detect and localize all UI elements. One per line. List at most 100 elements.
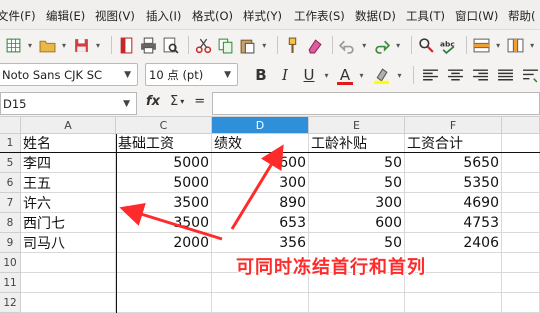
table-cell[interactable]: 356 (212, 233, 309, 253)
menu-data[interactable]: 数据(D) (355, 8, 396, 24)
sum-dropdown-icon[interactable]: ▾ (180, 97, 184, 106)
font-name-combo[interactable]: Noto Sans CJK SC ▼ (0, 63, 138, 86)
table-cell[interactable]: 50 (309, 233, 405, 253)
menu-sheet[interactable]: 工作表(S) (294, 8, 345, 24)
table-cell[interactable] (212, 293, 309, 313)
row-header[interactable]: 5 (0, 153, 21, 173)
row-header[interactable]: 7 (0, 193, 21, 213)
align-left-icon[interactable] (419, 64, 441, 86)
bold-button[interactable]: B (250, 64, 272, 86)
align-center-icon[interactable] (444, 64, 466, 86)
table-cell[interactable]: 890 (212, 193, 309, 213)
table-cell[interactable]: 西门七 (21, 213, 116, 233)
print-icon[interactable] (139, 34, 158, 56)
table-cell[interactable]: 李四 (21, 153, 116, 173)
table-cell[interactable]: 3500 (116, 193, 212, 213)
header-cell[interactable] (502, 134, 540, 153)
font-size-combo[interactable]: 10 点 (pt) ▼ (145, 63, 238, 86)
header-cell[interactable]: 姓名 (21, 134, 116, 153)
row-header[interactable]: 9 (0, 233, 21, 253)
row-header[interactable]: 10 (0, 253, 21, 273)
menu-tools[interactable]: 工具(T) (406, 8, 445, 24)
italic-button[interactable]: I (274, 64, 296, 86)
menu-edit[interactable]: 编辑(E) (46, 8, 85, 24)
header-cell[interactable]: 基础工资 (116, 134, 212, 153)
save-icon[interactable] (72, 34, 91, 56)
table-cell[interactable]: 2406 (405, 233, 502, 253)
table-cell[interactable] (502, 193, 540, 213)
font-color-dropdown-icon[interactable]: ▾ (357, 64, 366, 86)
table-cell[interactable] (116, 293, 212, 313)
row-header[interactable]: 11 (0, 273, 21, 293)
menu-styles[interactable]: 样式(Y) (243, 8, 282, 24)
wrap-text-icon[interactable] (519, 64, 540, 86)
table-cell[interactable]: 600 (309, 213, 405, 233)
table-cell[interactable]: 600 (212, 153, 309, 173)
undo-dropdown-icon[interactable]: ▾ (360, 34, 368, 56)
table-cell[interactable]: 许六 (21, 193, 116, 213)
function-wizard-icon[interactable]: fx (146, 94, 160, 109)
table-cell[interactable]: 50 (309, 173, 405, 193)
formula-input[interactable] (212, 92, 540, 115)
column-header-a[interactable]: A (21, 117, 116, 134)
menu-format[interactable]: 格式(O) (192, 8, 233, 24)
export-pdf-icon[interactable] (117, 34, 136, 56)
menu-view[interactable]: 视图(V) (95, 8, 135, 24)
table-cell[interactable] (502, 173, 540, 193)
table-cell[interactable]: 50 (309, 153, 405, 173)
column-header-d[interactable]: D (212, 117, 309, 134)
table-cell[interactable]: 4753 (405, 213, 502, 233)
table-cell[interactable] (502, 153, 540, 173)
table-cell[interactable]: 5350 (405, 173, 502, 193)
table-cell[interactable] (405, 293, 502, 313)
menu-insert[interactable]: 插入(I) (146, 8, 181, 24)
underline-dropdown-icon[interactable]: ▾ (322, 64, 331, 86)
table-cell[interactable] (502, 293, 540, 313)
paste-dropdown-icon[interactable]: ▾ (260, 34, 268, 56)
table-cell[interactable]: 3500 (116, 213, 212, 233)
header-cell[interactable]: 工资合计 (405, 134, 502, 153)
table-cell[interactable] (502, 233, 540, 253)
print-preview-icon[interactable] (161, 34, 180, 56)
table-cell[interactable]: 4690 (405, 193, 502, 213)
table-cell[interactable] (309, 293, 405, 313)
table-cell[interactable] (21, 293, 116, 313)
column-header-c[interactable]: C (116, 117, 212, 134)
redo-dropdown-icon[interactable]: ▾ (394, 34, 402, 56)
row-header[interactable]: 1 (0, 134, 21, 153)
clone-formatting-icon[interactable] (283, 34, 302, 56)
cut-icon[interactable] (194, 34, 213, 56)
row-header[interactable]: 6 (0, 173, 21, 193)
save-dropdown-icon[interactable]: ▾ (94, 34, 102, 56)
copy-icon[interactable] (216, 34, 235, 56)
table-cell[interactable] (502, 253, 540, 273)
highlight-icon[interactable] (370, 64, 392, 86)
row-header[interactable]: 8 (0, 213, 21, 233)
formula-icon[interactable]: = (194, 94, 205, 109)
column-dropdown-icon[interactable]: ▾ (528, 34, 536, 56)
table-cell[interactable]: 司马八 (21, 233, 116, 253)
row-header[interactable]: 12 (0, 293, 21, 313)
header-cell[interactable]: 绩效 (212, 134, 309, 153)
menu-file[interactable]: 文件(F) (0, 8, 36, 24)
menu-help[interactable]: 帮助( (508, 8, 536, 24)
table-cell[interactable]: 5000 (116, 173, 212, 193)
table-cell[interactable]: 2000 (116, 233, 212, 253)
highlight-dropdown-icon[interactable]: ▾ (395, 64, 404, 86)
table-cell[interactable]: 王五 (21, 173, 116, 193)
open-dropdown-icon[interactable]: ▾ (60, 34, 68, 56)
table-cell[interactable] (21, 253, 116, 273)
sum-icon[interactable]: Σ (170, 94, 178, 109)
table-cell[interactable] (502, 213, 540, 233)
table-cell[interactable]: 5650 (405, 153, 502, 173)
new-spreadsheet-icon[interactable] (4, 34, 23, 56)
row-dropdown-icon[interactable]: ▾ (494, 34, 502, 56)
find-replace-icon[interactable] (417, 34, 436, 56)
redo-icon[interactable] (372, 34, 391, 56)
justify-icon[interactable] (494, 64, 516, 86)
menu-window[interactable]: 窗口(W) (455, 8, 498, 24)
new-dropdown-icon[interactable]: ▾ (26, 34, 34, 56)
column-header-overflow[interactable] (502, 117, 540, 134)
column-header-e[interactable]: E (309, 117, 405, 134)
clear-formatting-icon[interactable] (305, 34, 324, 56)
